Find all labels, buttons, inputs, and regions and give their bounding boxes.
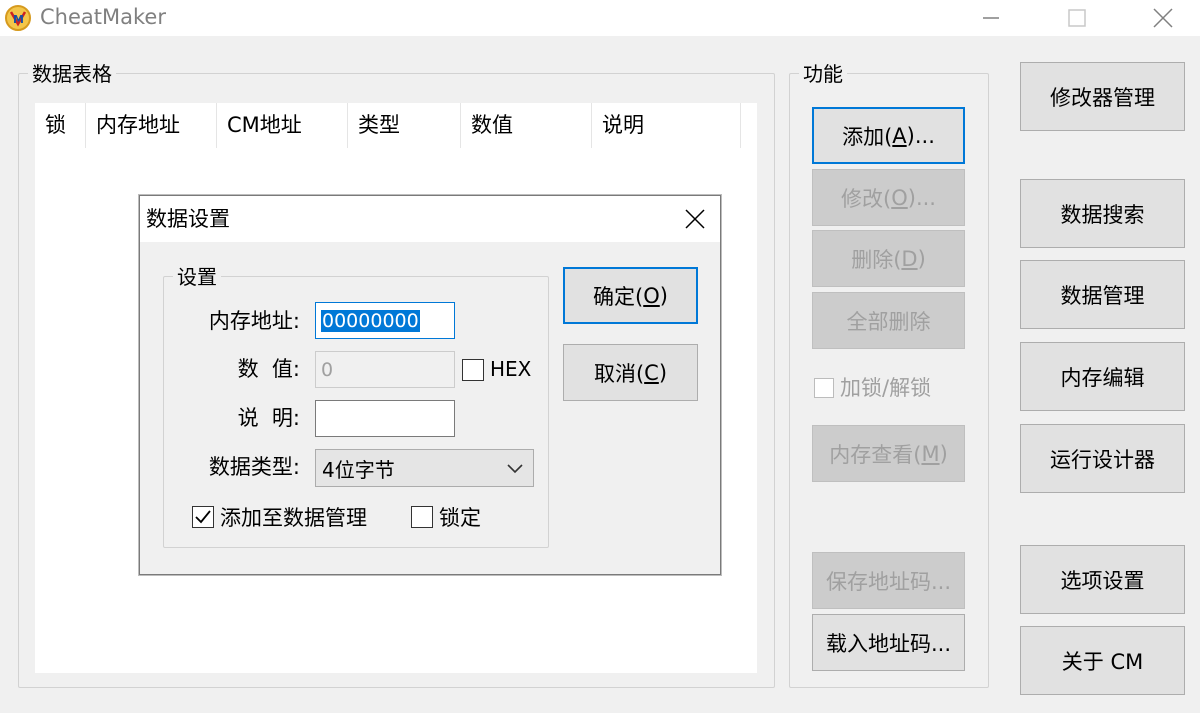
close-icon <box>685 209 705 229</box>
maximize-button[interactable] <box>1054 0 1100 36</box>
cancel-button-accel: C <box>644 360 659 385</box>
data-type-value: 4位字节 <box>322 457 395 482</box>
add-button-label: 添加( <box>842 124 893 149</box>
run-designer-button[interactable]: 运行设计器 <box>1020 424 1185 493</box>
delete-button-accel: D <box>901 246 918 271</box>
modify-button-label: 修改( <box>841 186 892 211</box>
minimize-icon <box>983 17 999 19</box>
title-bar <box>0 0 1200 36</box>
maximize-icon <box>1068 9 1086 27</box>
hex-label: HEX <box>490 357 532 381</box>
functions-group-label: 功能 <box>799 63 847 85</box>
modify-button-suffix: )... <box>907 185 936 210</box>
address-input-value: 00000000 <box>321 309 420 332</box>
modify-button-accel: O <box>891 185 908 210</box>
delete-button-suffix: ) <box>917 246 926 271</box>
data-table-group-label: 数据表格 <box>28 63 116 85</box>
lock-toggle-label: 加锁/解锁 <box>840 376 932 400</box>
column-header-type[interactable]: 类型 <box>348 103 461 148</box>
minimize-button[interactable] <box>968 0 1014 36</box>
value-input[interactable]: 0 <box>315 351 455 388</box>
value-label: 数 值: <box>237 357 300 381</box>
checkmark-icon <box>195 510 211 524</box>
load-address-codes-button[interactable]: 载入地址码... <box>812 614 965 671</box>
svg-text:M: M <box>13 13 24 26</box>
lock-label: 锁定 <box>439 506 481 530</box>
window-title: CheatMaker <box>40 5 166 29</box>
add-button[interactable]: 添加(A)... <box>812 107 965 164</box>
about-button[interactable]: 关于 CM <box>1020 626 1185 695</box>
memory-view-suffix: ) <box>939 441 948 466</box>
description-label: 说 明: <box>237 406 300 430</box>
ok-button[interactable]: 确定(O) <box>563 267 698 324</box>
delete-all-button[interactable]: 全部删除 <box>812 292 965 349</box>
column-header-cm-address[interactable]: CM地址 <box>217 103 348 148</box>
column-header-description[interactable]: 说明 <box>592 103 741 148</box>
cheatmaker-logo-icon[interactable]: M <box>4 4 32 32</box>
column-header-value[interactable]: 数值 <box>461 103 592 148</box>
cancel-button-label: 取消( <box>593 361 645 386</box>
memory-editor-button[interactable]: 内存编辑 <box>1020 342 1185 411</box>
lock-toggle-checkbox[interactable] <box>814 378 834 398</box>
add-button-suffix: )... <box>906 123 935 148</box>
delete-button[interactable]: 删除(D) <box>812 230 965 287</box>
memory-view-accel: M <box>921 441 940 466</box>
chevron-down-icon <box>507 464 523 474</box>
ok-button-label: 确定( <box>593 284 644 309</box>
add-button-accel: A <box>892 123 907 148</box>
delete-button-label: 删除( <box>851 247 902 272</box>
add-to-manager-checkbox[interactable] <box>192 506 214 528</box>
description-input[interactable] <box>315 400 455 437</box>
data-type-label: 数据类型: <box>208 455 300 479</box>
settings-group-label: 设置 <box>173 266 221 288</box>
add-to-manager-label: 添加至数据管理 <box>220 506 367 530</box>
memory-view-label: 内存查看( <box>829 442 922 467</box>
value-input-value: 0 <box>321 358 334 381</box>
cancel-button[interactable]: 取消(C) <box>563 344 698 401</box>
dialog-title: 数据设置 <box>146 207 230 231</box>
data-type-select[interactable]: 4位字节 <box>315 449 534 487</box>
ok-button-accel: O <box>643 283 660 308</box>
save-address-codes-button[interactable]: 保存地址码... <box>812 552 965 609</box>
memory-view-button[interactable]: 内存查看(M) <box>812 425 965 482</box>
column-header-lock[interactable]: 锁 <box>35 103 86 148</box>
lock-checkbox[interactable] <box>411 506 433 528</box>
hex-checkbox[interactable] <box>462 359 484 381</box>
options-button[interactable]: 选项设置 <box>1020 545 1185 614</box>
close-button[interactable] <box>1140 0 1186 36</box>
data-search-button[interactable]: 数据搜索 <box>1020 179 1185 248</box>
ok-button-suffix: ) <box>659 283 668 308</box>
dialog-close-button[interactable] <box>672 196 718 242</box>
address-input[interactable]: 00000000 <box>315 302 455 339</box>
column-header-memory-address[interactable]: 内存地址 <box>86 103 217 148</box>
address-label: 内存地址: <box>208 309 300 333</box>
modifier-manager-button[interactable]: 修改器管理 <box>1020 62 1185 131</box>
close-icon <box>1153 8 1173 28</box>
data-manager-button[interactable]: 数据管理 <box>1020 260 1185 329</box>
list-header: 锁 内存地址 CM地址 类型 数值 说明 <box>35 103 741 148</box>
cancel-button-suffix: ) <box>658 360 668 385</box>
modify-button[interactable]: 修改(O)... <box>812 169 965 226</box>
